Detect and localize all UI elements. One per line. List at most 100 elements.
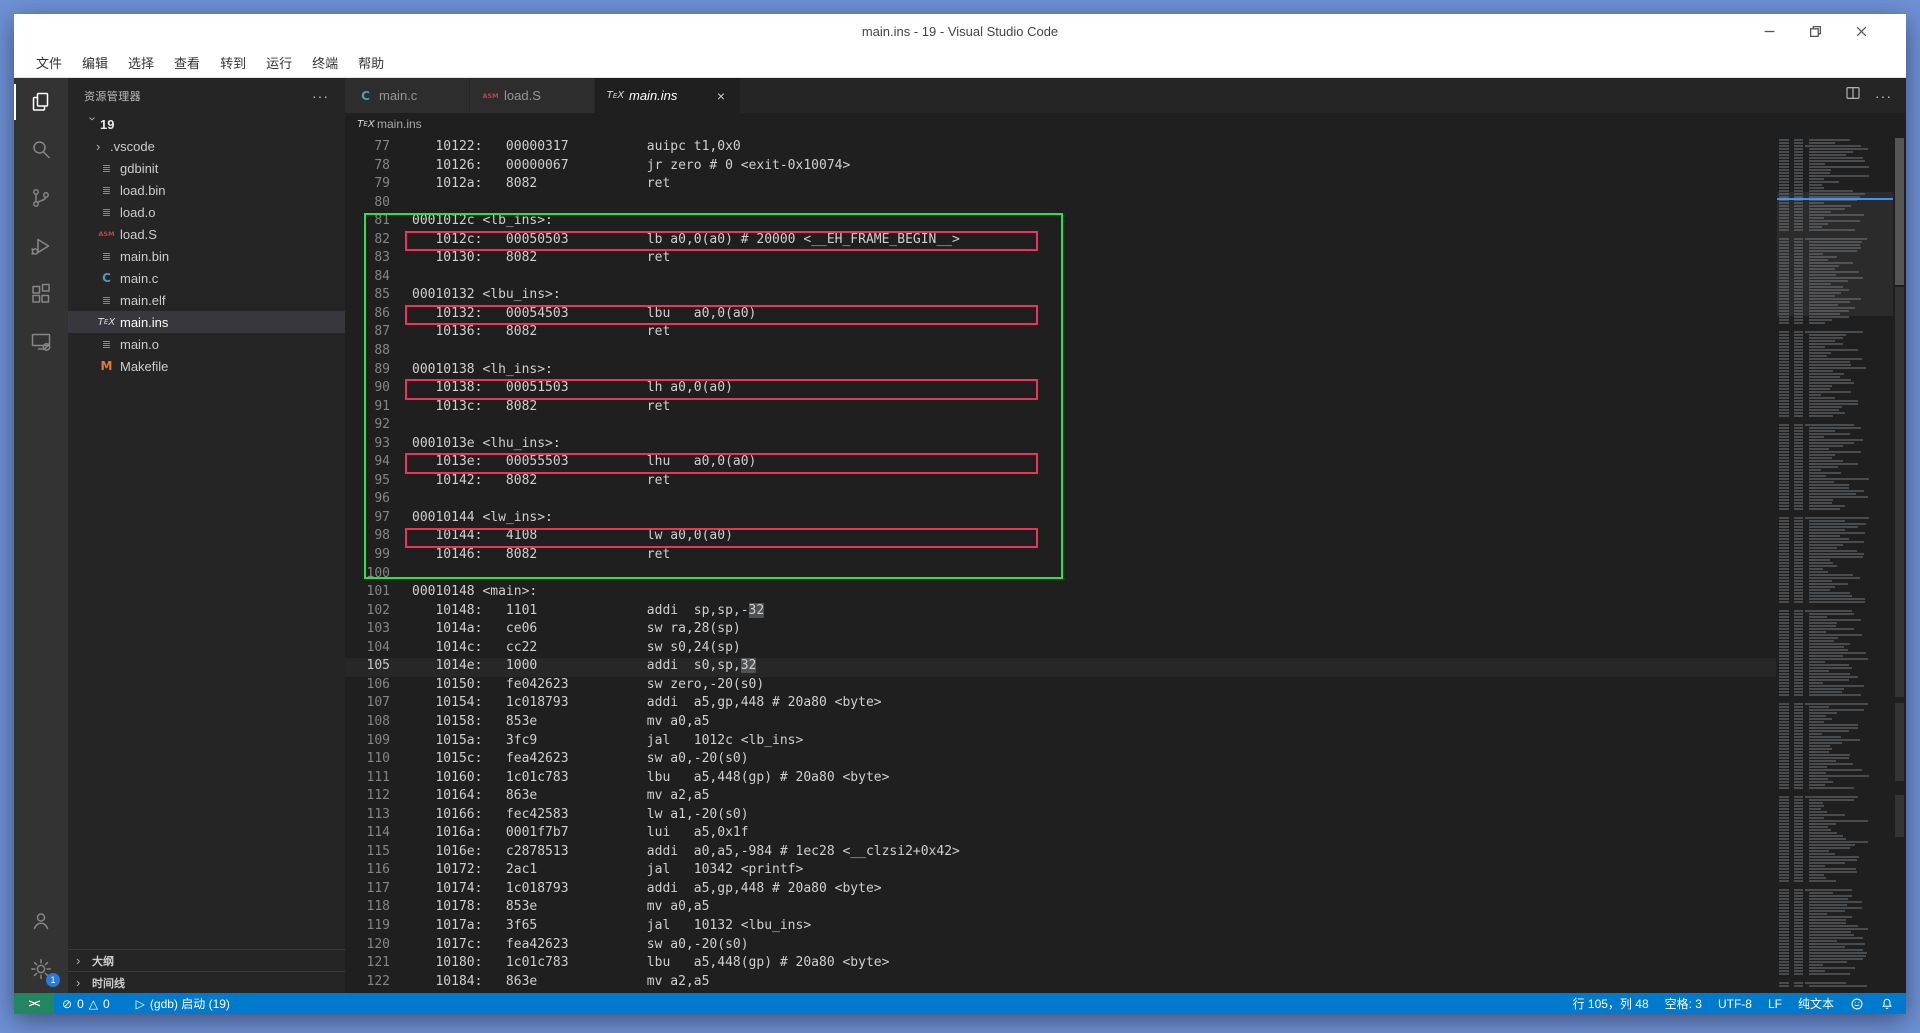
- tree-item-main.bin[interactable]: ≣main.bin: [68, 245, 345, 267]
- tree-root-folder[interactable]: ›19: [68, 113, 345, 135]
- notifications-bell-icon[interactable]: [1872, 993, 1906, 1014]
- tab-main.c[interactable]: Cmain.c: [345, 78, 470, 113]
- panel-label: 时间线: [92, 975, 125, 991]
- activity-explorer-icon[interactable]: [14, 78, 68, 126]
- minimap[interactable]: [1777, 135, 1893, 993]
- tab-actions: ···: [1845, 78, 1906, 113]
- cursor-position[interactable]: 行 105，列 48: [1565, 993, 1657, 1014]
- minimize-button[interactable]: [1758, 20, 1780, 42]
- minimap-line: [1777, 151, 1893, 153]
- minimap-line: [1777, 769, 1893, 771]
- tree-item-Makefile[interactable]: MMakefile: [68, 355, 345, 377]
- breadcrumb[interactable]: TEX main.ins: [345, 113, 1906, 135]
- activity-run-and-debug-icon[interactable]: [14, 222, 68, 270]
- line-number: 81: [345, 213, 401, 232]
- minimap-line: [1777, 484, 1893, 486]
- minimap-line: [1777, 205, 1893, 207]
- scrollbar-thumb[interactable]: [1895, 138, 1904, 285]
- debug-status[interactable]: ▷ (gdb) 启动 (19): [128, 993, 238, 1014]
- menu-item-文件[interactable]: 文件: [26, 48, 72, 77]
- titlebar[interactable]: main.ins - 19 - Visual Studio Code: [14, 14, 1906, 48]
- encoding[interactable]: UTF-8: [1710, 993, 1760, 1014]
- minimap-line: [1777, 661, 1893, 663]
- feedback-icon[interactable]: [1842, 993, 1872, 1014]
- menu-item-帮助[interactable]: 帮助: [348, 48, 394, 77]
- instruction-text: 10144: 4108 lw a0,0(a0): [412, 528, 733, 547]
- indentation[interactable]: 空格: 3: [1657, 993, 1710, 1014]
- status-bar: >< ⊘ 0 △ 0 ▷ (gdb) 启动 (19) 行 105，列 48空格:…: [14, 993, 1906, 1014]
- activity-remote-explorer-icon[interactable]: [14, 318, 68, 366]
- tree-item-main.o[interactable]: ≣main.o: [68, 333, 345, 355]
- tab-load.S[interactable]: ASMload.S: [470, 78, 595, 113]
- minimap-line: [1777, 430, 1893, 432]
- activity-accounts-icon[interactable]: [14, 897, 68, 945]
- activity-source-control-icon[interactable]: [14, 174, 68, 222]
- restore-button[interactable]: [1804, 20, 1826, 42]
- minimap-line: [1777, 499, 1893, 501]
- remote-indicator[interactable]: ><: [14, 993, 54, 1014]
- code-editor[interactable]: 77 10122: 00000317 auipc t1,0x078 10126:…: [345, 135, 1906, 993]
- minimap-line: [1777, 613, 1893, 615]
- vertical-scrollbar[interactable]: [1893, 135, 1906, 993]
- tree-item-gdbinit[interactable]: ≣gdbinit: [68, 157, 345, 179]
- problems-status[interactable]: ⊘ 0 △ 0: [54, 993, 118, 1014]
- explorer-more-actions-icon[interactable]: ···: [312, 88, 329, 104]
- menu-item-编辑[interactable]: 编辑: [72, 48, 118, 77]
- minimap-line: [1777, 553, 1893, 555]
- code-line-94: 94 1013e: 00055503 lhu a0,0(a0): [345, 454, 1776, 473]
- minimap-line: [1777, 931, 1893, 933]
- minimap-line: [1777, 712, 1893, 714]
- eol[interactable]: LF: [1760, 993, 1790, 1014]
- breadcrumb-item[interactable]: main.ins: [377, 117, 422, 131]
- tree-item-main.ins[interactable]: TEXmain.ins: [68, 311, 345, 333]
- tree-item-main.elf[interactable]: ≣main.elf: [68, 289, 345, 311]
- sidebar-panel-大纲[interactable]: ›大纲: [68, 949, 345, 971]
- editor-more-actions-icon[interactable]: ···: [1875, 88, 1892, 104]
- split-editor-icon[interactable]: [1845, 85, 1861, 106]
- minimap-line: [1777, 313, 1893, 315]
- c-file-icon: C: [357, 89, 374, 103]
- minimap-line: [1777, 667, 1893, 669]
- instruction-text: 10148: 1101 addi sp,sp,-32: [412, 603, 764, 622]
- tree-item-label: main.c: [120, 271, 158, 286]
- minimap-line: [1777, 379, 1893, 381]
- activity-settings-icon[interactable]: 1: [14, 945, 68, 993]
- minimap-line: [1777, 406, 1893, 408]
- minimap-line: [1777, 478, 1893, 480]
- sidebar-panel-时间线[interactable]: ›时间线: [68, 971, 345, 993]
- tree-item-.vscode[interactable]: ›.vscode: [68, 135, 345, 157]
- minimap-line: [1777, 823, 1893, 825]
- menu-item-转到[interactable]: 转到: [210, 48, 256, 77]
- minimap-line: [1777, 532, 1893, 534]
- tab-close-icon[interactable]: ×: [712, 87, 730, 105]
- menu-item-运行[interactable]: 运行: [256, 48, 302, 77]
- line-number: 119: [345, 918, 401, 937]
- menu-item-查看[interactable]: 查看: [164, 48, 210, 77]
- chevron-right-icon: ›: [76, 975, 90, 990]
- instruction-text: 1015c: fea42623 sw a0,-20(s0): [412, 751, 749, 770]
- minimap-line: [1777, 616, 1893, 618]
- minimap-line: [1777, 385, 1893, 387]
- activity-search-icon[interactable]: [14, 126, 68, 174]
- instruction-text: 10146: 8082 ret: [412, 547, 670, 566]
- tree-item-load.S[interactable]: ASMload.S: [68, 223, 345, 245]
- tree-item-load.bin[interactable]: ≣load.bin: [68, 179, 345, 201]
- minimap-line: [1777, 154, 1893, 156]
- menu-item-选择[interactable]: 选择: [118, 48, 164, 77]
- activity-extensions-icon[interactable]: [14, 270, 68, 318]
- minimap-line: [1777, 469, 1893, 471]
- minimap-line: [1777, 568, 1893, 570]
- menu-item-终端[interactable]: 终端: [302, 48, 348, 77]
- language-mode[interactable]: 纯文本: [1790, 993, 1842, 1014]
- tree-item-load.o[interactable]: ≣load.o: [68, 201, 345, 223]
- minimap-line: [1777, 370, 1893, 372]
- minimap-line: [1777, 547, 1893, 549]
- code-line-120: 120 1017c: fea42623 sw a0,-20(s0): [345, 937, 1776, 956]
- tree-item-main.c[interactable]: Cmain.c: [68, 267, 345, 289]
- chevron-down-icon: ›: [86, 116, 101, 130]
- workbench: 1 资源管理器 ··· ›19›.vscode≣gdbinit≣load.bin…: [14, 78, 1906, 993]
- instruction-text: 00010144 <lw_ins>:: [412, 510, 553, 529]
- minimap-line: [1777, 622, 1893, 624]
- tab-main.ins[interactable]: TEXmain.ins×: [595, 78, 741, 113]
- close-button[interactable]: [1850, 20, 1872, 42]
